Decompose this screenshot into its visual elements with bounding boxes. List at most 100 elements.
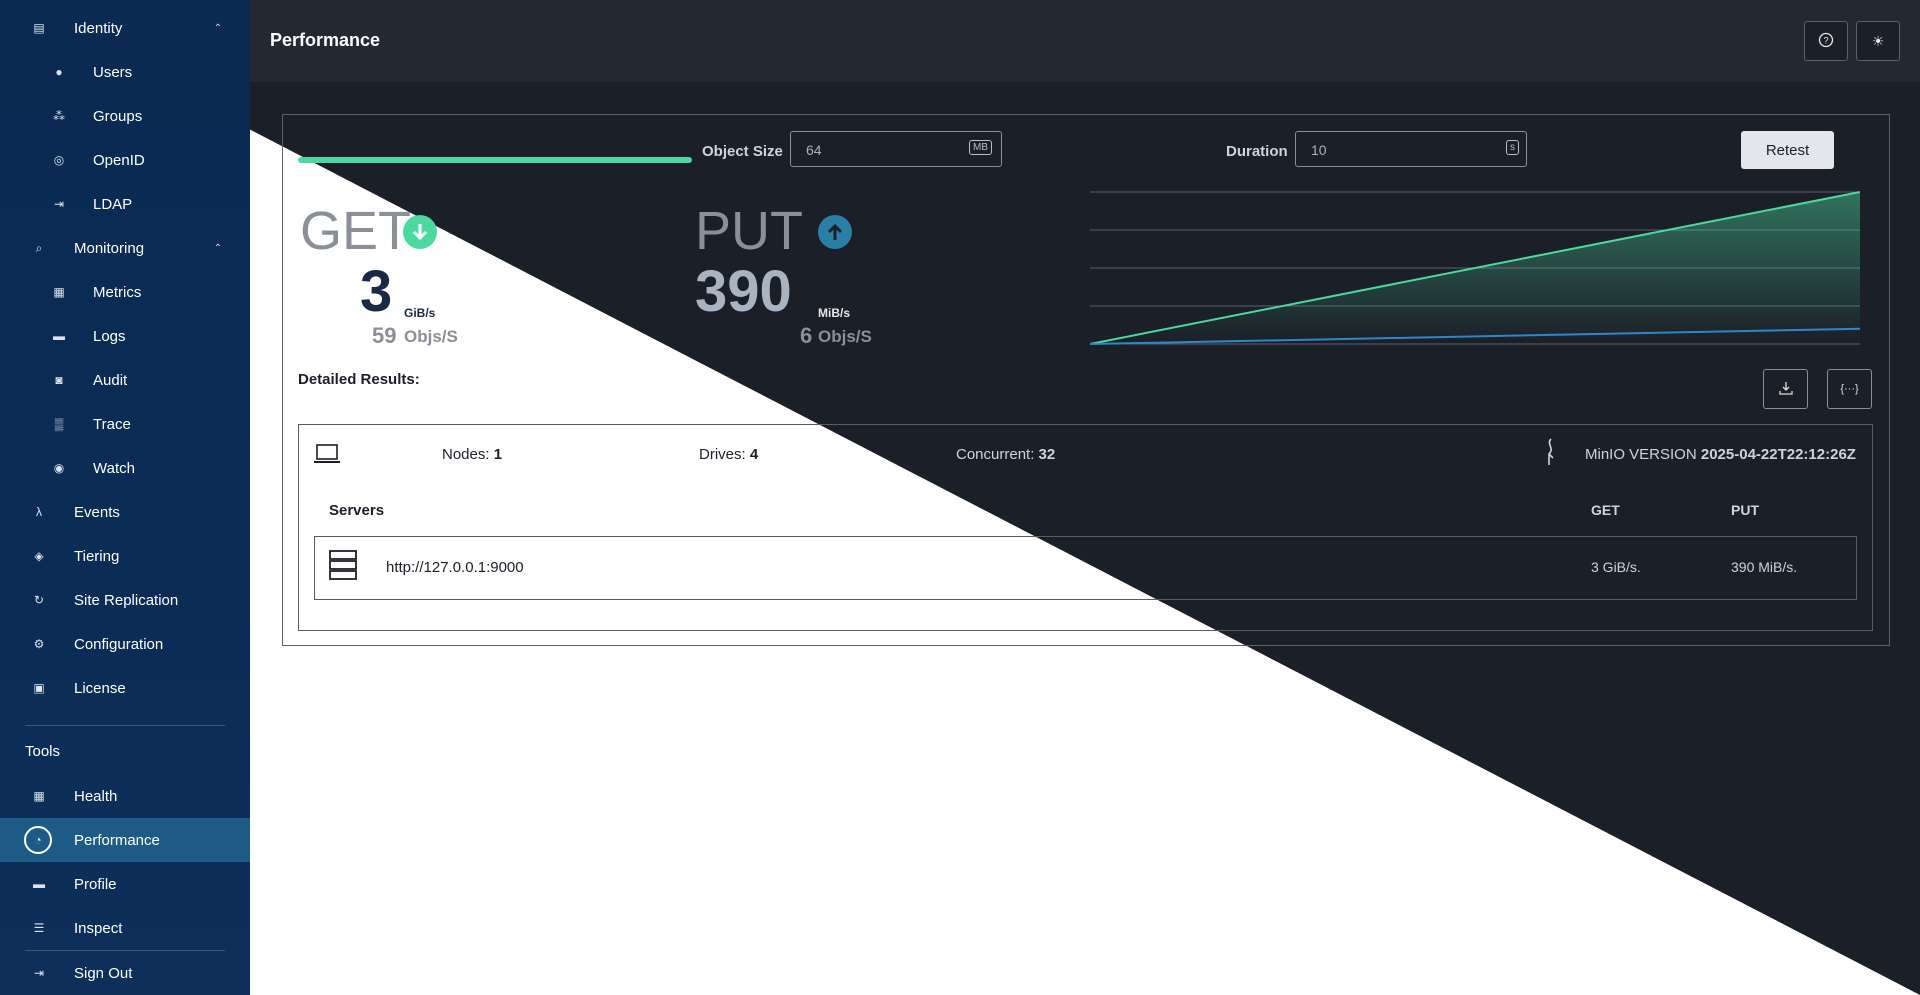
ldap-icon: ⇥: [53, 197, 65, 211]
object-size-value: 64: [806, 142, 822, 158]
view-json-button[interactable]: {···}: [1827, 369, 1872, 409]
object-size-label: Object Size: [702, 143, 783, 160]
get-throughput-value: 3: [360, 259, 393, 324]
sidebar-item-performance[interactable]: ◔ Performance: [0, 818, 250, 862]
concurrent-label: Concurrent:: [956, 446, 1035, 463]
sidebar-item-label: Logs: [93, 327, 126, 345]
sidebar-item-label: Audit: [93, 371, 128, 389]
sidebar-item-sign-out[interactable]: ⇥ Sign Out: [0, 951, 250, 995]
sidebar-item-ldap[interactable]: ⇥ LDAP: [0, 182, 250, 226]
sidebar-item-label: Inspect: [74, 919, 123, 937]
sidebar-item-monitoring[interactable]: ⌕ Monitoring ⌃: [0, 226, 250, 270]
sidebar-item-label: Trace: [93, 415, 131, 433]
download-results-button[interactable]: [1763, 369, 1808, 409]
sidebar-item-label: Metrics: [93, 283, 142, 301]
sidebar-item-label: Monitoring: [74, 239, 145, 257]
sidebar-item-label: Events: [74, 503, 120, 521]
inspect-icon: ☰: [33, 921, 45, 935]
groups-icon: ⁂: [53, 109, 65, 123]
watch-icon: ◉: [53, 461, 65, 475]
server-icon: [329, 550, 357, 585]
upload-icon: [818, 215, 852, 249]
identity-icon: ▤: [33, 21, 45, 35]
sidebar-item-openid[interactable]: ◎ OpenID: [0, 138, 250, 182]
minio-logo-icon: [1543, 438, 1557, 471]
chevron-up-icon[interactable]: ⌃: [210, 240, 226, 256]
sidebar-item-label: Site Replication: [74, 591, 179, 609]
version-label: MinIO VERSION: [1585, 446, 1697, 463]
put-column-header: PUT: [1731, 502, 1759, 518]
laptop-icon: [314, 443, 340, 470]
sidebar-item-users[interactable]: ● Users: [0, 50, 250, 94]
nodes-label: Nodes:: [442, 446, 490, 463]
sidebar-item-label: Health: [74, 787, 118, 805]
sidebar-item-profile[interactable]: ▬ Profile: [0, 862, 250, 906]
openid-icon: ◎: [53, 153, 65, 167]
sidebar-item-metrics[interactable]: ▦ Metrics: [0, 270, 250, 314]
sidebar: Tools ⇥ Sign Out ▤ Identity ⌃ ● Users ⁂ Groups…: [0, 0, 250, 995]
logs-icon: ▬: [53, 329, 65, 343]
sidebar-item-label: Performance: [74, 831, 160, 849]
chevron-up-icon[interactable]: ⌃: [210, 20, 226, 36]
lambda-icon: λ: [36, 505, 42, 519]
sidebar-item-site-replication[interactable]: ↻ Site Replication: [0, 578, 250, 622]
download-icon: [403, 215, 437, 249]
license-icon: ▣: [33, 681, 45, 695]
sidebar-item-label: Watch: [93, 459, 135, 477]
throughput-chart: [1090, 191, 1860, 345]
get-objs-value: 59: [372, 323, 397, 348]
performance-icon: ◔: [24, 826, 52, 854]
sidebar-item-label: Users: [93, 63, 133, 81]
retest-button[interactable]: Retest: [1741, 131, 1834, 169]
drives-value: 4: [749, 446, 759, 463]
get-label: GET: [300, 201, 412, 261]
sign-out-icon: ⇥: [33, 966, 45, 980]
tools-section-title: Tools: [25, 743, 61, 760]
trace-icon: ▒: [54, 417, 64, 431]
sidebar-item-logs[interactable]: ▬ Logs: [0, 314, 250, 358]
profile-icon: ▬: [33, 877, 45, 891]
sidebar-item-groups[interactable]: ⁂ Groups: [0, 94, 250, 138]
get-objs-unit: Objs/S: [404, 327, 458, 346]
get-column-header: GET: [1591, 502, 1620, 518]
put-objs-value: 6: [800, 323, 813, 348]
download-icon: [1778, 381, 1793, 398]
detailed-results-title: Detailed Results:: [298, 371, 420, 388]
sidebar-item-label: Tiering: [74, 547, 120, 565]
servers-header: Servers: [329, 502, 385, 519]
object-size-field[interactable]: 64 MB: [790, 131, 1002, 167]
server-put-value: 390 MiB/s.: [1731, 559, 1798, 575]
tiering-icon: ◈: [34, 549, 44, 563]
sidebar-item-health[interactable]: ▦ Health: [0, 774, 250, 818]
sidebar-item-audit[interactable]: ◙ Audit: [0, 358, 250, 402]
sidebar-item-label: Groups: [93, 107, 143, 125]
sidebar-item-label: Sign Out: [74, 964, 133, 982]
version-value: 2025-04-22T22:12:26Z: [1700, 446, 1856, 463]
sidebar-item-trace[interactable]: ▒ Trace: [0, 402, 250, 446]
sidebar-item-label: License: [74, 679, 126, 697]
drives-stat: Drives: 4: [699, 446, 758, 463]
nodes-stat: Nodes: 1: [442, 446, 502, 463]
nodes-value: 1: [493, 446, 503, 463]
sidebar-item-events[interactable]: λ Events: [0, 490, 250, 534]
sidebar-item-license[interactable]: ▣ License: [0, 666, 250, 710]
theme-toggle-button[interactable]: ☀: [1856, 21, 1900, 61]
duration-field[interactable]: 10 s: [1295, 131, 1527, 167]
sidebar-item-inspect[interactable]: ☰ Inspect: [0, 906, 250, 950]
health-icon: ▦: [33, 789, 45, 803]
code-brackets-icon: {···}: [1840, 383, 1859, 395]
sidebar-item-label: Identity: [74, 19, 123, 37]
sidebar-item-identity[interactable]: ▤ Identity ⌃: [0, 6, 250, 50]
help-button[interactable]: ?: [1804, 21, 1848, 61]
sidebar-item-label: Configuration: [74, 635, 164, 653]
sidebar-item-tiering[interactable]: ◈ Tiering: [0, 534, 250, 578]
get-throughput-unit: GiB/s: [404, 306, 436, 320]
put-label: PUT: [695, 201, 803, 261]
duration-unit: s: [1506, 140, 1519, 155]
sidebar-item-watch[interactable]: ◉ Watch: [0, 446, 250, 490]
sidebar-item-label: LDAP: [93, 195, 133, 213]
sidebar-item-configuration[interactable]: ⚙ Configuration: [0, 622, 250, 666]
server-get-value: 3 GiB/s.: [1591, 559, 1641, 575]
speedtest-progress-bar: [298, 157, 692, 163]
put-objs-unit: Objs/S: [818, 327, 872, 346]
